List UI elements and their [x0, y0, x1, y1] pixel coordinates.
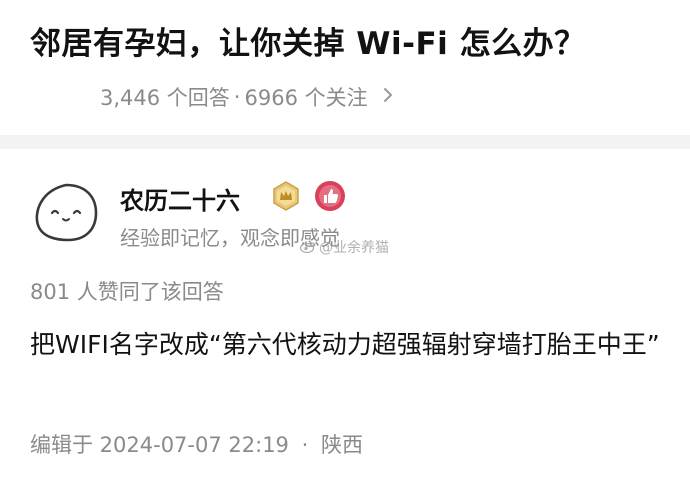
meta-separator: ·	[233, 85, 241, 109]
meta-dot: ·	[301, 433, 309, 457]
chevron-right-icon[interactable]	[382, 85, 394, 109]
question-header: 邻居有孕妇，让你关掉 Wi-Fi 怎么办？ 3,446 个回答 · 6966 个…	[0, 0, 690, 135]
ip-location: 陕西	[320, 433, 363, 457]
like-count[interactable]: 801 人赞同了该回答	[30, 276, 224, 306]
answer-count: 3,446 个回答	[100, 86, 230, 110]
avatar[interactable]	[30, 177, 102, 249]
edit-time: 编辑于 2024-07-07 22:19	[30, 433, 289, 457]
weibo-logo-icon	[300, 242, 316, 253]
watermark-text: @业余养猫	[319, 240, 389, 256]
answer-card: 农历二十六 经验即记忆，观念即感觉 @业余养猫 801 人赞同了该回答 把WIF…	[0, 149, 690, 495]
cartoon-face-avatar-icon	[35, 183, 98, 242]
watermark: @业余养猫	[300, 237, 389, 257]
thumbs-up-badge-icon[interactable]	[314, 180, 346, 212]
question-meta[interactable]: 3,446 个回答 · 6966 个关注	[100, 82, 394, 112]
crown-badge-icon[interactable]	[270, 180, 302, 212]
answer-content[interactable]: 把WIFI名字改成“第六代核动力超强辐射穿墙打胎王中王”	[30, 326, 660, 364]
edit-info: 编辑于 2024-07-07 22:19 · 陕西	[30, 429, 363, 459]
author-name[interactable]: 农历二十六	[120, 181, 240, 216]
follower-count: 6966 个关注	[244, 86, 368, 110]
section-divider	[0, 135, 690, 149]
question-title[interactable]: 邻居有孕妇，让你关掉 Wi-Fi 怎么办？	[30, 18, 586, 63]
